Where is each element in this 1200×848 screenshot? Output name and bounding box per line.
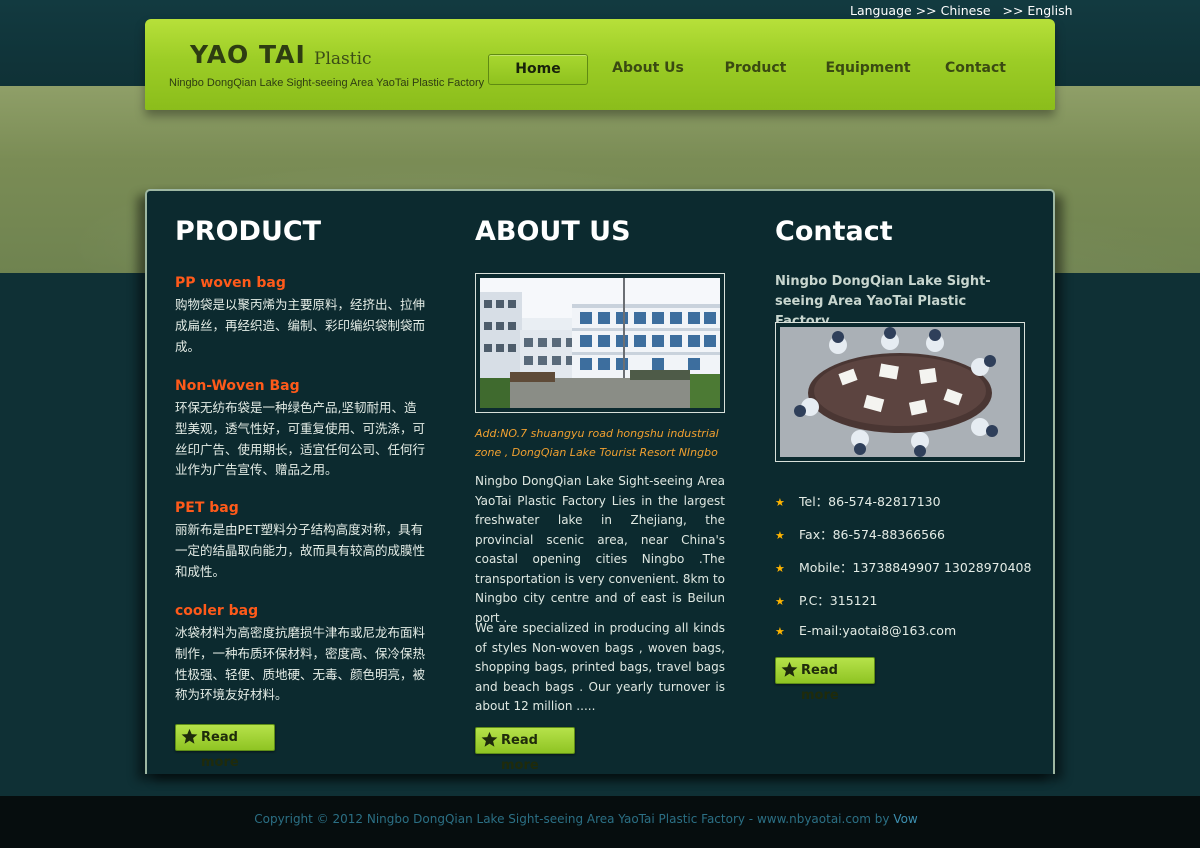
product-name-pet[interactable]: PET bag <box>175 500 239 516</box>
nav-about-us[interactable]: About Us <box>598 54 698 85</box>
language-chinese-link[interactable]: Chinese <box>941 3 991 18</box>
logo-subtitle: Plastic <box>314 49 372 69</box>
product-read-more-label: Read more <box>201 730 239 770</box>
product-name-non-woven[interactable]: Non-Woven Bag <box>175 378 300 394</box>
contact-title: Contact <box>775 216 893 247</box>
star-icon <box>481 731 498 747</box>
contact-email: ★ E-mail:yaotai8@163.com <box>775 623 956 638</box>
contact-tel-text: Tel：86-574-82817130 <box>799 494 941 509</box>
contact-mobile-text: Mobile：13738849907 13028970408 <box>799 560 1032 575</box>
product-title: PRODUCT <box>175 216 322 247</box>
contact-postcode: ★ P.C：315121 <box>775 590 878 609</box>
about-read-more-label: Read more <box>501 733 539 773</box>
product-read-more-button[interactable]: Read more <box>175 724 275 770</box>
footer-copyright: Copyright © 2012 Ningbo DongQian Lake Si… <box>0 812 1172 826</box>
star-bullet-icon: ★ <box>775 595 785 608</box>
star-icon <box>781 661 798 677</box>
contact-fax-text: Fax：86-574-88366566 <box>799 527 946 542</box>
factory-address: Add:NO.7 shuangyu road hongshu industria… <box>475 427 719 459</box>
about-paragraph-1: Ningbo DongQian Lake Sight-seeing Area Y… <box>475 474 725 625</box>
meeting-table-image <box>780 327 1020 457</box>
product-name-cooler[interactable]: cooler bag <box>175 603 258 619</box>
language-english-link[interactable]: English <box>1027 3 1072 18</box>
contact-read-more-button[interactable]: Read more <box>775 657 875 703</box>
footer-vow-link[interactable]: Vow <box>893 812 917 826</box>
contact-fax: ★ Fax：86-574-88366566 <box>775 524 945 543</box>
about-read-more-button[interactable]: Read more <box>475 727 575 773</box>
contact-mobile: ★ Mobile：13738849907 13028970408 <box>775 557 1031 576</box>
star-bullet-icon: ★ <box>775 562 785 575</box>
factory-photo-frame <box>475 273 725 413</box>
factory-photo <box>480 278 720 408</box>
about-paragraph-2: We are specialized in producing all kind… <box>475 621 725 713</box>
footer-copyright-text: Copyright © 2012 Ningbo DongQian Lake Si… <box>254 812 894 826</box>
meeting-photo <box>780 327 1020 457</box>
product-desc-pp-woven: 购物袋是以聚丙烯为主要原料，经挤出、拉伸成扁丝，再经织造、编制、彩印编织袋制袋而… <box>175 297 426 354</box>
nav-home[interactable]: Home <box>488 54 588 85</box>
star-bullet-icon: ★ <box>775 625 785 638</box>
language-separator: >> <box>990 3 1028 18</box>
logo-title[interactable]: YAO TAI <box>190 40 306 69</box>
about-title: ABOUT US <box>475 216 631 247</box>
contact-read-more-label: Read more <box>801 663 839 703</box>
product-desc-non-woven: 环保无纺布袋是一种绿色产品,坚韧耐用、造型美观，透气性好，可重复使用、可洗涤，可… <box>175 400 426 478</box>
product-desc-cooler: 冰袋材料为高密度抗磨损牛津布或尼龙布面料制作，一种布质环保材料，密度高、保冷保热… <box>175 625 426 703</box>
contact-tel: ★ Tel：86-574-82817130 <box>775 491 941 510</box>
star-bullet-icon: ★ <box>775 496 785 509</box>
contact-postcode-text: P.C：315121 <box>799 593 878 608</box>
nav-product[interactable]: Product <box>708 54 803 85</box>
logo-tagline: Ningbo DongQian Lake Sight-seeing Area Y… <box>169 77 485 89</box>
header-bar: YAO TAI Plastic Ningbo DongQian Lake Sig… <box>145 19 1055 110</box>
factory-building-image <box>480 278 720 408</box>
language-switch: Language >> Chinese >> English <box>850 3 1073 18</box>
meeting-photo-frame <box>775 322 1025 462</box>
language-label: Language >> <box>850 3 941 18</box>
star-icon <box>181 728 198 744</box>
star-bullet-icon: ★ <box>775 529 785 542</box>
nav-contact[interactable]: Contact <box>928 54 1023 85</box>
product-name-pp-woven[interactable]: PP woven bag <box>175 275 286 291</box>
contact-email-link[interactable]: E-mail:yaotai8@163.com <box>799 623 956 638</box>
product-desc-pet: 丽新布是由PET塑料分子结构高度对称，具有一定的结晶取向能力，故而具有较高的成膜… <box>175 522 426 579</box>
nav-equipment[interactable]: Equipment <box>813 54 923 85</box>
